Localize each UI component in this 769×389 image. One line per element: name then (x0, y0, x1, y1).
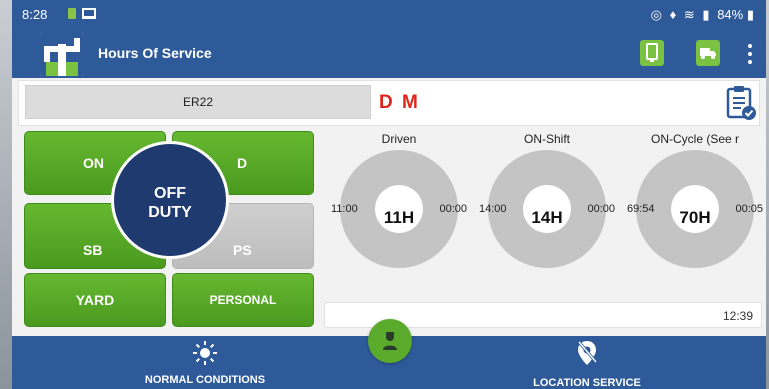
laptop-icon (82, 8, 96, 19)
clock-remaining: 14:00 (479, 203, 507, 215)
current-status-off-duty-button[interactable]: OFF DUTY (111, 141, 229, 259)
device-phone-icon (646, 43, 658, 62)
alarm-icon: ◎ (650, 7, 662, 22)
location-service-button[interactable]: LOCATION SERVICE (512, 336, 662, 389)
clock-used: 00:00 (587, 203, 615, 215)
app-logo (40, 32, 84, 76)
hos-clocks: Driven 11H 11:00 00:00 ON-Shift 14H 14:0… (322, 128, 766, 298)
vehicle-row: ER22 D M (18, 80, 760, 126)
battery-level: 84% (717, 7, 744, 22)
duty-status-panel: ON D SB PS YARD PERSONAL OFF DUTY (24, 131, 314, 329)
app-title: Hours Of Service (98, 45, 212, 61)
dm-indicator: D M (379, 92, 420, 113)
vehicle-button[interactable] (696, 40, 720, 66)
clock-used: 00:00 (439, 203, 467, 215)
clock-remaining: 69:54 (627, 203, 655, 215)
clock-on-shift: ON-Shift 14H 14:00 00:00 (475, 128, 619, 298)
clock-on-cycle: ON-Cycle (See r 70H 69:54 00:05 (623, 128, 766, 298)
signal-icon: ▮ (702, 7, 710, 22)
clock-label: Driven (381, 132, 417, 146)
vehicle-unit-text: ER22 (182, 95, 214, 109)
clipboard-check-icon[interactable] (724, 84, 758, 122)
driver-icon (383, 332, 397, 350)
clock-label: ON-Cycle (See r (650, 132, 739, 146)
clock-used: 00:05 (735, 203, 763, 215)
status-personal-button[interactable]: PERSONAL (172, 273, 314, 327)
location-off-icon (577, 341, 598, 365)
more-vert-icon[interactable] (744, 42, 756, 66)
location-service-label: LOCATION SERVICE (533, 377, 641, 389)
app-window: 8:28 ◎ ♦ ≋ ▮ 84% ▮ Hours Of Service ER22… (12, 0, 766, 389)
wifi-icon: ≋ (683, 7, 695, 22)
driver-profile-button[interactable] (368, 319, 412, 363)
sun-icon (193, 341, 217, 365)
clock-driven: Driven 11H 11:00 00:00 (327, 128, 471, 298)
battery-icon: ▮ (746, 7, 754, 22)
status-right-group: ◎ ♦ ≋ ▮ 84% ▮ (651, 7, 754, 23)
location-pin-icon: ♦ (669, 7, 677, 22)
background-left-strip (0, 0, 12, 389)
normal-conditions-label: NORMAL CONDITIONS (144, 374, 266, 386)
current-status-line2: DUTY (148, 204, 192, 221)
system-status-bar: 8:28 ◎ ♦ ≋ ▮ 84% ▮ (12, 0, 766, 30)
status-time: 8:28 (22, 7, 48, 22)
truck-icon (700, 48, 716, 59)
logo-mark-icon (40, 32, 84, 76)
current-time: 12:39 (722, 309, 753, 323)
clock-remaining: 11:00 (331, 203, 358, 215)
normal-conditions-button[interactable]: NORMAL CONDITIONS (130, 336, 280, 389)
device-status-button[interactable] (640, 40, 664, 66)
status-yard-button[interactable]: YARD (24, 273, 166, 327)
app-bar: Hours Of Service (12, 30, 766, 78)
vehicle-unit-field[interactable]: ER22 (25, 85, 371, 119)
clock-label: ON-Shift (523, 132, 570, 146)
current-status-line1: OFF (154, 185, 186, 202)
app-notification-icon (68, 8, 76, 19)
